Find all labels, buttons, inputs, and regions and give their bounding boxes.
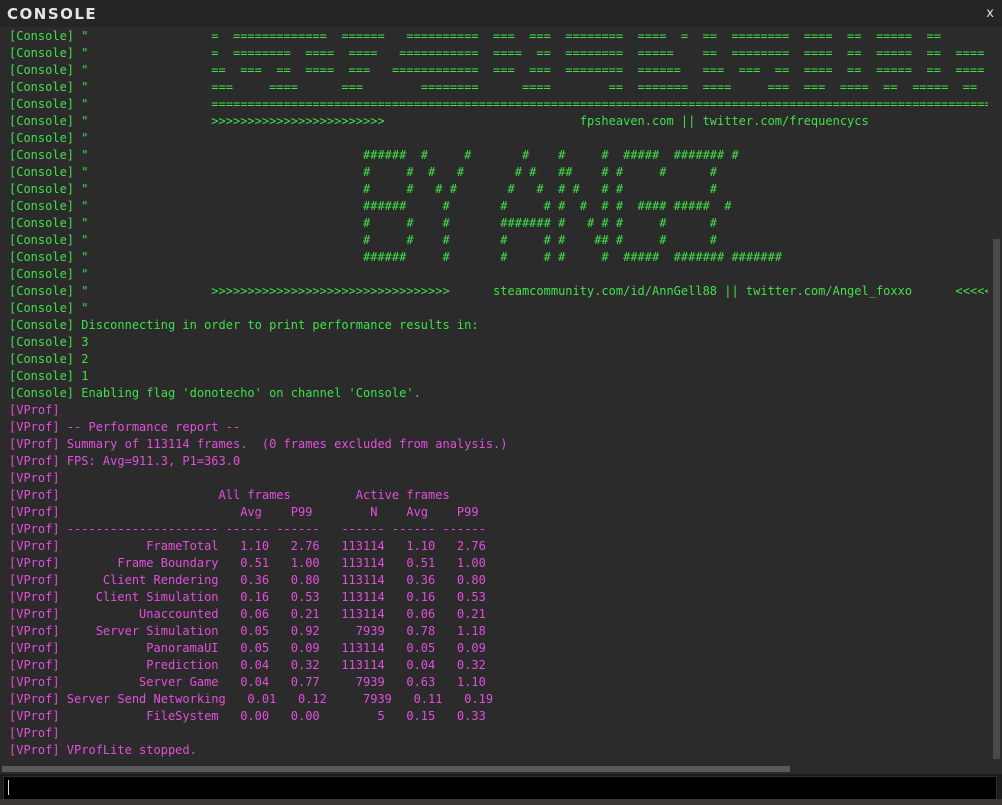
- close-button[interactable]: x: [986, 4, 994, 24]
- console-log-line: [Console] " === ==== === ======== ==== =…: [9, 80, 988, 94]
- console-log-line: [Console] " = ======== ==== ==== =======…: [9, 46, 988, 60]
- console-log-line: [Console] " = ============= ====== =====…: [9, 29, 988, 43]
- vprof-log-line: [VProf] Server Game 0.04 0.77 7939 0.63 …: [9, 675, 486, 689]
- console-log-line: [Console] " ###### # # # # # ##### #####…: [9, 148, 739, 162]
- vprof-log-line: [VProf] PanoramaUI 0.05 0.09 113114 0.05…: [9, 641, 486, 655]
- vprof-log-line: [VProf] Avg P99 N Avg P99: [9, 505, 479, 519]
- text-caret: [8, 780, 9, 795]
- vprof-log-line: [VProf] Server Simulation 0.05 0.92 7939…: [9, 624, 486, 638]
- vprof-log-line: [VProf] Summary of 113114 frames. (0 fra…: [9, 437, 508, 451]
- console-log-line: [Console] 1: [9, 369, 89, 383]
- vprof-log-line: [VProf] VProfLite stopped.: [9, 743, 197, 757]
- console-log-line: [Console] 3: [9, 335, 89, 349]
- console-log-line: [Console] " ###### # # # # # ##### #####…: [9, 250, 783, 264]
- vprof-log-line: [VProf] FrameTotal 1.10 2.76 113114 1.10…: [9, 539, 486, 553]
- console-log-line: [Console] Disconnecting in order to prin…: [9, 318, 479, 332]
- console-log-line: [Console] " # # # # # # ## # # # #: [9, 165, 718, 179]
- game-background-strip: [0, 799, 1002, 805]
- vprof-log-line: [VProf]: [9, 403, 60, 417]
- vprof-log-line: [VProf]: [9, 726, 60, 740]
- console-log-line: [Console] " # # # ####### # # # # # #: [9, 216, 718, 230]
- command-input[interactable]: [3, 776, 997, 800]
- vprof-log-line: [VProf] Client Simulation 0.16 0.53 1131…: [9, 590, 486, 604]
- vprof-log-line: [VProf] -- Performance report --: [9, 420, 241, 434]
- window-title: CONSOLE: [7, 5, 98, 23]
- vprof-log-line: [VProf] Frame Boundary 0.51 1.00 113114 …: [9, 556, 486, 570]
- vprof-log-line: [VProf] Server Send Networking 0.01 0.12…: [9, 692, 494, 706]
- console-log-line: [Console] " # # # # # # # # # # #: [9, 182, 718, 196]
- vprof-log-line: [VProf] Unaccounted 0.06 0.21 113114 0.0…: [9, 607, 486, 621]
- console-log-line: [Console] " ============================…: [9, 97, 988, 111]
- vprof-log-line: [VProf] FPS: Avg=911.3, P1=363.0: [9, 454, 241, 468]
- horizontal-scrollbar-thumb[interactable]: [2, 766, 790, 772]
- vprof-log-line: [VProf]: [9, 471, 60, 485]
- console-log-line: [Console] " == === == ==== === =========…: [9, 63, 988, 77]
- console-log-line: [Console] " >>>>>>>>>>>>>>>>>>>>>>>>>>>>…: [9, 284, 988, 298]
- console-log-line: [Console] ": [9, 267, 89, 281]
- vprof-log-line: [VProf] Prediction 0.04 0.32 113114 0.04…: [9, 658, 486, 672]
- console-log-line: [Console] 2: [9, 352, 89, 366]
- vprof-log-line: [VProf] All frames Active frames: [9, 488, 450, 502]
- console-log-line: [Console] Enabling flag 'donotecho' on c…: [9, 386, 421, 400]
- console-window: CONSOLE x [Console] " = ============= ==…: [0, 0, 1002, 805]
- console-log-line: [Console] " # # # # # # ## # # #: [9, 233, 718, 247]
- console-log-line: [Console] ": [9, 301, 89, 315]
- console-log-line: [Console] ": [9, 131, 89, 145]
- console-output[interactable]: [Console] " = ============= ====== =====…: [0, 27, 988, 765]
- vprof-log-line: [VProf] FileSystem 0.00 0.00 5 0.15 0.33: [9, 709, 486, 723]
- vertical-scrollbar-thumb[interactable]: [993, 239, 1000, 759]
- horizontal-scrollbar[interactable]: [0, 765, 1002, 774]
- console-log-line: [Console] " >>>>>>>>>>>>>>>>>>>>>>>> fps…: [9, 114, 988, 128]
- title-bar[interactable]: CONSOLE x: [0, 0, 1002, 27]
- vertical-scrollbar[interactable]: [990, 27, 1002, 765]
- console-log-line: [Console] " ###### # # # # # # # #### ##…: [9, 199, 732, 213]
- vprof-log-line: [VProf] Client Rendering 0.36 0.80 11311…: [9, 573, 486, 587]
- vprof-log-line: [VProf] --------------------- ------ ---…: [9, 522, 486, 536]
